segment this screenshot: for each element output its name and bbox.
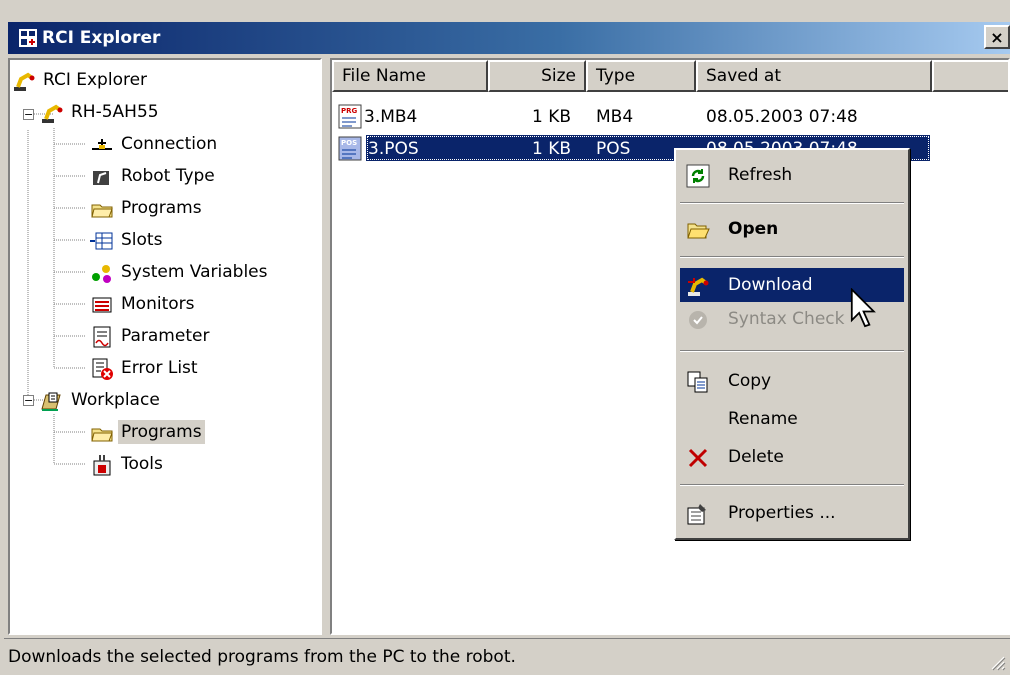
- tree-pane[interactable]: RCI Explorer − RH-5AH55 Connection Robot: [8, 58, 322, 635]
- file-icon-text: POS: [341, 139, 357, 147]
- menu-item-rename[interactable]: Rename: [680, 402, 904, 436]
- menu-item-properties[interactable]: Properties ...: [680, 496, 904, 530]
- robot-type-icon: [93, 171, 109, 185]
- tree-label: Programs: [118, 420, 205, 444]
- menu-separator: [680, 350, 904, 352]
- file-name-cell: 3.POS: [368, 139, 419, 159]
- menu-label: Open: [728, 219, 779, 239]
- column-header-filler: [932, 60, 1008, 92]
- menu-label: Download: [728, 275, 813, 295]
- menu-separator: [680, 202, 904, 204]
- file-saved-cell: 08.05.2003 07:48: [706, 107, 858, 127]
- resize-grip-icon[interactable]: [988, 653, 1006, 671]
- menu-label: Properties ...: [728, 503, 836, 523]
- tree-label: Parameter: [121, 326, 210, 346]
- tree-label: Monitors: [121, 294, 195, 314]
- folder-open-icon: [91, 428, 113, 442]
- file-size-cell: 1 KB: [532, 139, 572, 159]
- context-menu: Refresh Open Download Syntax Check Copy …: [674, 148, 910, 540]
- menu-label: Delete: [728, 447, 784, 467]
- app-window: RCI Explorer × RCI Explorer − RH-5AH55 C…: [0, 0, 1010, 675]
- tree-label: Programs: [121, 198, 202, 218]
- prg-file-icon: PRG: [338, 104, 362, 129]
- tree-label: Slots: [121, 230, 163, 250]
- menu-item-copy[interactable]: Copy: [680, 364, 904, 398]
- column-header-saved-at[interactable]: Saved at: [696, 60, 932, 92]
- robot-arm-icon: [14, 72, 35, 91]
- tree-label: RCI Explorer: [43, 70, 148, 90]
- connection-icon: [92, 139, 112, 150]
- title-bar[interactable]: RCI Explorer ×: [8, 22, 1010, 54]
- robot-arm-icon: [42, 104, 63, 123]
- copy-icon: [687, 371, 708, 393]
- pos-file-icon: POS: [338, 136, 362, 161]
- tree-label: Tools: [121, 454, 163, 474]
- menu-label: Copy: [728, 371, 772, 391]
- column-header-file-name[interactable]: File Name: [332, 60, 488, 92]
- collapse-toggle[interactable]: −: [23, 109, 34, 120]
- column-header-size[interactable]: Size: [488, 60, 586, 92]
- menu-label: Refresh: [728, 165, 793, 185]
- mouse-cursor-icon: [850, 288, 876, 328]
- menu-label: Rename: [728, 409, 798, 429]
- syntax-check-icon: [689, 311, 707, 329]
- tree-label: System Variables: [121, 262, 268, 282]
- status-text: Downloads the selected programs from the…: [8, 647, 516, 667]
- slots-icon: [90, 232, 113, 250]
- table-row[interactable]: PRG 3.MB4 1 KB MB4 08.05.2003 07:48: [332, 102, 1008, 130]
- monitors-icon: [92, 297, 112, 313]
- file-icon-text: PRG: [341, 107, 358, 115]
- file-type-cell: POS: [596, 139, 631, 159]
- menu-label: Syntax Check: [728, 309, 845, 329]
- folder-open-icon: [687, 223, 710, 239]
- tree-label: Robot Type: [121, 166, 215, 186]
- menu-item-open[interactable]: Open: [680, 212, 904, 246]
- tree-label: Error List: [121, 358, 198, 378]
- list-header: File Name Size Type Saved at: [332, 60, 1008, 92]
- menu-item-delete[interactable]: Delete: [680, 440, 904, 474]
- column-header-type[interactable]: Type: [586, 60, 696, 92]
- tree-label: Workplace: [71, 390, 160, 410]
- parameter-icon: [93, 326, 111, 348]
- menu-separator: [680, 484, 904, 486]
- close-button[interactable]: ×: [984, 25, 1010, 49]
- status-bar: Downloads the selected programs from the…: [4, 638, 1010, 675]
- properties-icon: [687, 504, 706, 525]
- delete-icon: [688, 448, 708, 468]
- menu-separator: [680, 256, 904, 258]
- rci-explorer-icon: [19, 29, 37, 47]
- tree-label: Connection: [121, 134, 218, 154]
- tree-label: RH-5AH55: [71, 102, 159, 122]
- workplace-icon: [41, 392, 61, 411]
- refresh-icon: [686, 164, 710, 188]
- file-name-cell: 3.MB4: [364, 107, 418, 127]
- error-list-icon: [92, 358, 113, 380]
- file-size-cell: 1 KB: [532, 107, 572, 127]
- menu-item-refresh[interactable]: Refresh: [680, 158, 904, 192]
- collapse-toggle[interactable]: −: [23, 395, 34, 406]
- robot-download-icon: [688, 277, 709, 296]
- tools-icon: [93, 455, 111, 476]
- file-type-cell: MB4: [596, 107, 634, 127]
- system-variables-icon: [92, 265, 111, 283]
- folder-open-icon: [91, 204, 113, 218]
- window-title: RCI Explorer: [42, 28, 161, 48]
